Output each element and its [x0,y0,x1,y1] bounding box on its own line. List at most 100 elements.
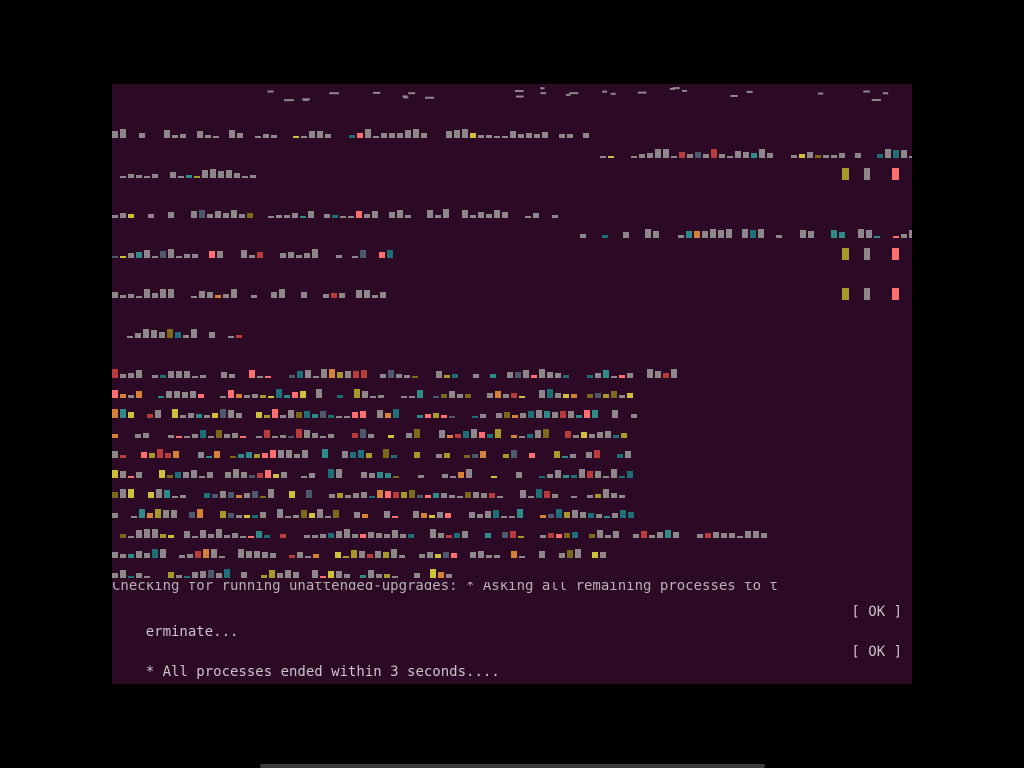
glitch-glyph [586,452,592,458]
glitch-glyph [170,172,176,178]
glitch-glyph [304,411,310,418]
glitch-glyph [721,533,727,538]
glitch-glyph [168,535,174,538]
glitch-glyph [497,496,503,498]
glitch-glyph [205,135,211,138]
partial-status-text: Checking for running unattended-upgrades… [112,582,778,594]
glitch-glyph [296,412,302,418]
glitch-glyph [238,454,244,458]
glitch-glyph [589,434,595,438]
glitch-glyph [112,552,118,558]
glitch-glyph [663,149,669,158]
glitch-glyph [362,514,368,518]
glitch-glyph [864,168,870,180]
console-line-processes-ended: * All processes ended within 3 seconds..… [112,642,912,680]
glitch-glyph [480,451,486,458]
glitch-glyph [229,374,235,378]
glitch-glyph [176,575,182,578]
glitch-glyph [128,253,134,258]
glitch-glyph [264,535,270,538]
glitch-glyph [313,376,319,378]
glitch-glyph [864,288,870,300]
glitch-glyph [384,534,390,538]
glitch-glyph [815,155,821,158]
glitch-glyph [293,515,299,518]
glitch-glyph [539,551,545,558]
glitch-glyph [621,433,627,438]
glitch-glyph [396,374,402,378]
glitch-glyph [362,391,368,398]
glitch-glyph [288,252,294,258]
glitch-glyph [155,410,161,418]
glitch-glyph [438,572,444,578]
glitch-glyph [312,570,318,578]
glitch-glyph [257,252,263,258]
glitch-glyph [344,416,350,418]
glitch-glyph [237,133,243,138]
glitch-glyph [180,134,186,138]
glitch-glyph [544,491,550,498]
glitch-glyph [233,469,239,478]
glitch-glyph [120,471,126,478]
glitch-glyph [613,435,619,438]
glitch-glyph [686,231,692,238]
console-line-text: erminate... [145,624,239,640]
glitch-glyph [473,492,479,498]
glitch-glyph [421,133,427,138]
glitch-glyph [203,549,209,558]
glitch-glyph [294,454,300,458]
glitch-glyph [679,152,685,158]
glitch-glyph [702,231,708,238]
glitch-glyph [210,169,216,178]
glitch-glyph [657,532,663,538]
glitch-glyph [350,452,356,458]
glitch-glyph [220,491,226,498]
glitch-glyph [312,414,318,418]
glitch-glyph [149,453,155,458]
glitch-glyph [425,414,431,418]
glitch-glyph [653,231,659,238]
glitch-glyph [191,329,197,338]
glitch-glyph [196,414,202,418]
glitch-glyph [462,129,468,138]
glitch-glyph [548,514,554,518]
glitch-glyph [458,472,464,478]
glitch-glyph [136,370,142,378]
glitch-glyph [399,555,405,558]
glitch-glyph [433,493,439,498]
glitch-glyph [600,552,606,558]
glitch-glyph [502,136,508,138]
glitch-glyph [380,292,386,298]
glitch-glyph [605,535,611,538]
glitch-glyph [192,434,198,438]
glitch-glyph [167,329,173,338]
glitch-glyph [317,131,323,138]
glitch-glyph [694,231,700,238]
glitch-glyph [342,451,348,458]
glitch-glyph [220,511,226,518]
glitch-glyph [329,92,340,95]
glitch-glyph [480,414,486,418]
glitch-glyph [270,553,276,558]
glitch-glyph [148,492,154,498]
glitch-glyph [242,176,248,178]
glitch-glyph [376,533,382,538]
glitch-glyph [285,570,291,578]
glitch-glyph [507,372,513,378]
glitch-glyph [547,474,553,478]
glitch-glyph [673,532,679,538]
glitch-glyph [540,87,545,90]
glitch-glyph [681,89,688,92]
glitch-glyph [344,574,350,578]
glitch-glyph [552,412,558,418]
glitch-glyph [565,431,571,438]
glitch-glyph [430,529,436,538]
glitch-glyph [523,370,529,378]
glitch-glyph [199,210,205,218]
glitch-glyph [172,135,178,138]
glitch-glyph [128,576,134,578]
glitch-glyph [430,569,436,578]
glitch-glyph [866,230,872,238]
glitch-glyph [882,92,889,95]
glitch-glyph [502,212,508,218]
